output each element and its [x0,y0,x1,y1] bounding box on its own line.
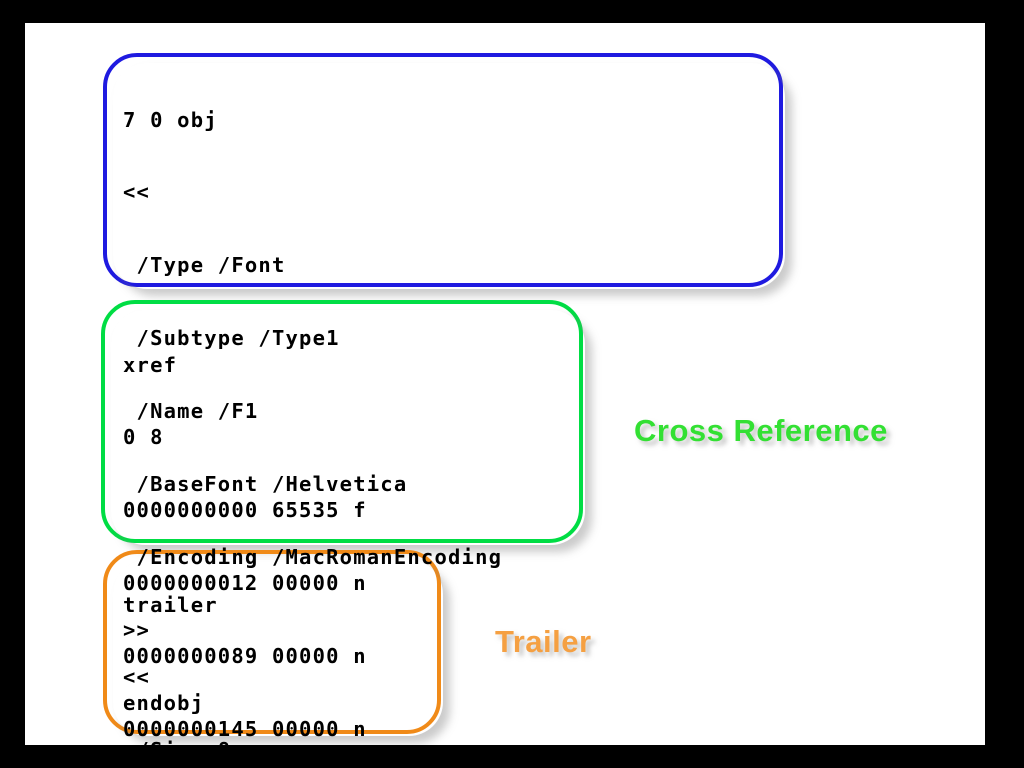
code-line: /Type /Font [123,253,286,278]
code-line: /Size 8 [123,738,286,745]
slide-root: 7 0 obj << /Type /Font /Subtype /Type1 /… [0,0,1024,768]
annotation-label-trailer: Trailer [495,624,592,659]
code-line: xref [123,352,178,377]
code-line: << [123,665,151,690]
code-block-trailer: trailer << /Size 8 /Root 1 0 R >> startx… [123,544,286,745]
code-line: << [123,180,151,205]
code-line: trailer [123,592,218,617]
slide-canvas: 7 0 obj << /Type /Font /Subtype /Type1 /… [25,23,985,745]
annotation-label-cross-reference: Cross Reference [634,413,888,448]
code-line: 7 0 obj [123,107,218,132]
code-line: 0000000000 65535 f [123,498,367,523]
code-line: 0 8 [123,425,164,450]
